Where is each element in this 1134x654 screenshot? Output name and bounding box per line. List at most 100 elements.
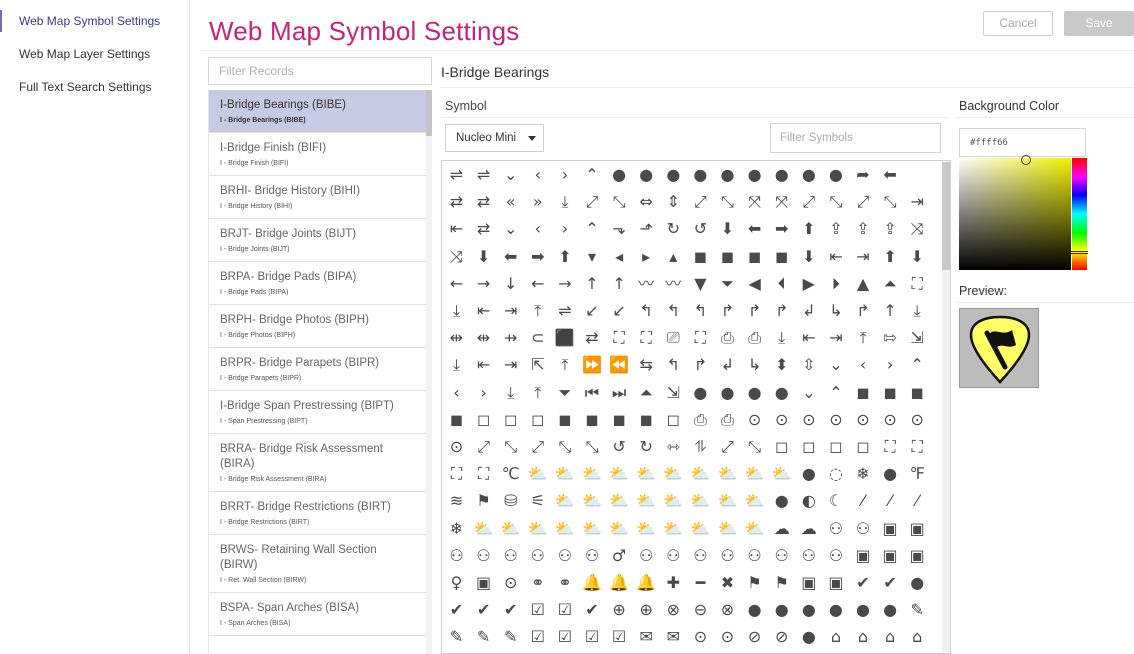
symbol-option-icon[interactable]: 〰 [663, 273, 684, 294]
symbol-option-icon[interactable]: ⇌ [446, 164, 467, 185]
symbol-option-icon[interactable]: ◻ [663, 409, 684, 430]
symbol-option-icon[interactable]: ⬎ [609, 218, 630, 239]
symbol-option-icon[interactable]: ⊂ [527, 327, 548, 348]
symbol-option-icon[interactable]: ✔ [473, 599, 494, 620]
symbol-option-icon[interactable]: ⛅ [582, 463, 603, 484]
symbol-option-icon[interactable]: ⊕ [636, 599, 657, 620]
symbol-option-icon[interactable]: ● [907, 572, 928, 593]
symbol-option-icon[interactable]: ⌃ [582, 218, 603, 239]
symbol-option-icon[interactable]: ⤓ [771, 327, 792, 348]
symbol-option-icon[interactable]: ◼ [609, 409, 630, 430]
symbol-option-icon[interactable]: ◼ [907, 382, 928, 403]
symbol-option-icon[interactable]: ⇕ [663, 191, 684, 212]
symbol-option-icon[interactable]: ⬅ [500, 246, 521, 267]
symbol-option-icon[interactable]: ⇌ [554, 300, 575, 321]
symbol-option-icon[interactable]: ● [690, 164, 711, 185]
symbol-option-icon[interactable]: ⛅ [609, 490, 630, 511]
symbol-option-icon[interactable]: ➡ [771, 218, 792, 239]
symbol-option-icon[interactable]: ● [744, 164, 765, 185]
symbol-option-icon[interactable]: ⏪ [609, 354, 630, 375]
symbol-option-icon[interactable]: ⌂ [825, 626, 846, 647]
symbol-option-icon[interactable]: ⛶ [473, 463, 494, 484]
symbol-option-icon[interactable]: ⌄ [798, 382, 819, 403]
symbol-option-icon[interactable]: ⇤ [825, 246, 846, 267]
symbol-option-icon[interactable]: ◻ [527, 409, 548, 430]
symbol-option-icon[interactable]: ✚ [663, 572, 684, 593]
symbol-option-icon[interactable]: ✔ [853, 572, 874, 593]
symbol-option-icon[interactable]: ↲ [717, 354, 738, 375]
symbol-option-icon[interactable]: ⌄ [500, 164, 521, 185]
symbol-option-icon[interactable]: ⤒ [853, 327, 874, 348]
symbol-option-icon[interactable]: ↲ [798, 300, 819, 321]
symbol-option-icon[interactable]: ✎ [500, 626, 521, 647]
symbol-option-icon[interactable]: ⬆ [554, 246, 575, 267]
symbol-option-icon[interactable]: ☑ [527, 599, 548, 620]
symbol-option-icon[interactable]: ⏴ [771, 273, 792, 294]
symbol-option-icon[interactable]: ☑ [609, 626, 630, 647]
symbol-option-icon[interactable]: › [880, 354, 901, 375]
symbol-option-icon[interactable]: ⇥ [500, 300, 521, 321]
record-list-item[interactable]: BRRA- Bridge Risk Assessment (BIRA) I - B… [209, 434, 426, 492]
symbol-option-icon[interactable]: ↺ [690, 218, 711, 239]
symbol-option-icon[interactable]: ⏷ [554, 382, 575, 403]
symbol-option-icon[interactable]: ◼ [446, 409, 467, 430]
symbol-option-icon[interactable]: ⏷ [717, 273, 738, 294]
symbol-option-icon[interactable]: ↙ [609, 300, 630, 321]
symbol-option-icon[interactable]: ⌄ [500, 218, 521, 239]
symbol-option-icon[interactable]: ⚟ [527, 490, 548, 511]
symbol-option-icon[interactable]: ⬇ [907, 246, 928, 267]
symbol-option-icon[interactable]: ⤓ [446, 354, 467, 375]
symbol-option-icon[interactable]: ⁄ [853, 490, 874, 511]
symbol-option-icon[interactable]: ⌃ [825, 382, 846, 403]
symbol-option-icon[interactable]: ⛅ [636, 490, 657, 511]
symbol-option-icon[interactable]: ⤢ [717, 436, 738, 457]
symbol-option-icon[interactable]: ⚇ [825, 545, 846, 566]
icon-font-select[interactable]: Nucleo Mini [445, 124, 544, 152]
symbol-option-icon[interactable]: ⛁ [500, 490, 521, 511]
symbol-option-icon[interactable]: ◼ [554, 409, 575, 430]
symbol-option-icon[interactable]: ⤨ [446, 246, 467, 267]
symbol-option-icon[interactable]: ⛅ [690, 490, 711, 511]
symbol-option-icon[interactable]: ⇤ [473, 300, 494, 321]
symbol-option-icon[interactable]: ⇿ [663, 436, 684, 457]
hue-slider[interactable] [1071, 158, 1088, 270]
symbol-option-icon[interactable]: ⛅ [582, 490, 603, 511]
symbol-option-icon[interactable]: ◻ [771, 436, 792, 457]
symbol-option-icon[interactable]: ◀ [744, 273, 765, 294]
symbol-option-icon[interactable]: ⇲ [907, 327, 928, 348]
symbol-option-icon[interactable]: ⛅ [717, 518, 738, 539]
record-list-scroll-thumb[interactable] [426, 90, 432, 136]
symbol-option-icon[interactable]: ● [798, 599, 819, 620]
symbol-option-icon[interactable]: ⚇ [771, 545, 792, 566]
record-list-scrollbar[interactable] [426, 90, 432, 654]
symbol-option-icon[interactable]: ⚇ [798, 545, 819, 566]
symbol-option-icon[interactable]: ☑ [554, 599, 575, 620]
symbol-option-icon[interactable]: ⤢ [473, 436, 494, 457]
symbol-option-icon[interactable]: ⛅ [663, 463, 684, 484]
symbol-option-icon[interactable]: ⊙ [825, 409, 846, 430]
symbol-option-icon[interactable]: ⛅ [663, 490, 684, 511]
symbol-option-icon[interactable]: › [473, 382, 494, 403]
symbol-option-icon[interactable]: ⊙ [907, 409, 928, 430]
symbol-option-icon[interactable]: ⛅ [690, 518, 711, 539]
symbol-option-icon[interactable]: ● [825, 599, 846, 620]
symbol-option-icon[interactable]: ▣ [825, 572, 846, 593]
symbol-option-icon[interactable]: ● [690, 382, 711, 403]
symbol-option-icon[interactable]: ⛅ [554, 518, 575, 539]
symbol-option-icon[interactable]: ⛅ [609, 518, 630, 539]
symbol-option-icon[interactable]: ◻ [825, 436, 846, 457]
symbol-option-icon[interactable]: ⇲ [663, 382, 684, 403]
symbol-option-icon[interactable]: ⚭ [527, 572, 548, 593]
symbol-option-icon[interactable]: 〰 [636, 273, 657, 294]
symbol-option-icon[interactable]: ▴ [663, 246, 684, 267]
symbol-option-icon[interactable]: ⇥ [853, 246, 874, 267]
symbol-option-icon[interactable]: ✉ [663, 626, 684, 647]
symbol-option-icon[interactable]: ✔ [500, 599, 521, 620]
symbol-option-icon[interactable]: ◼ [717, 246, 738, 267]
symbol-option-icon[interactable]: ⛅ [582, 518, 603, 539]
symbol-option-icon[interactable]: ▲ [853, 273, 874, 294]
symbol-option-icon[interactable]: ◻ [500, 409, 521, 430]
symbol-option-icon[interactable]: ⏵ [825, 273, 846, 294]
symbol-option-icon[interactable]: ✎ [473, 626, 494, 647]
symbol-option-icon[interactable]: ⤡ [880, 191, 901, 212]
